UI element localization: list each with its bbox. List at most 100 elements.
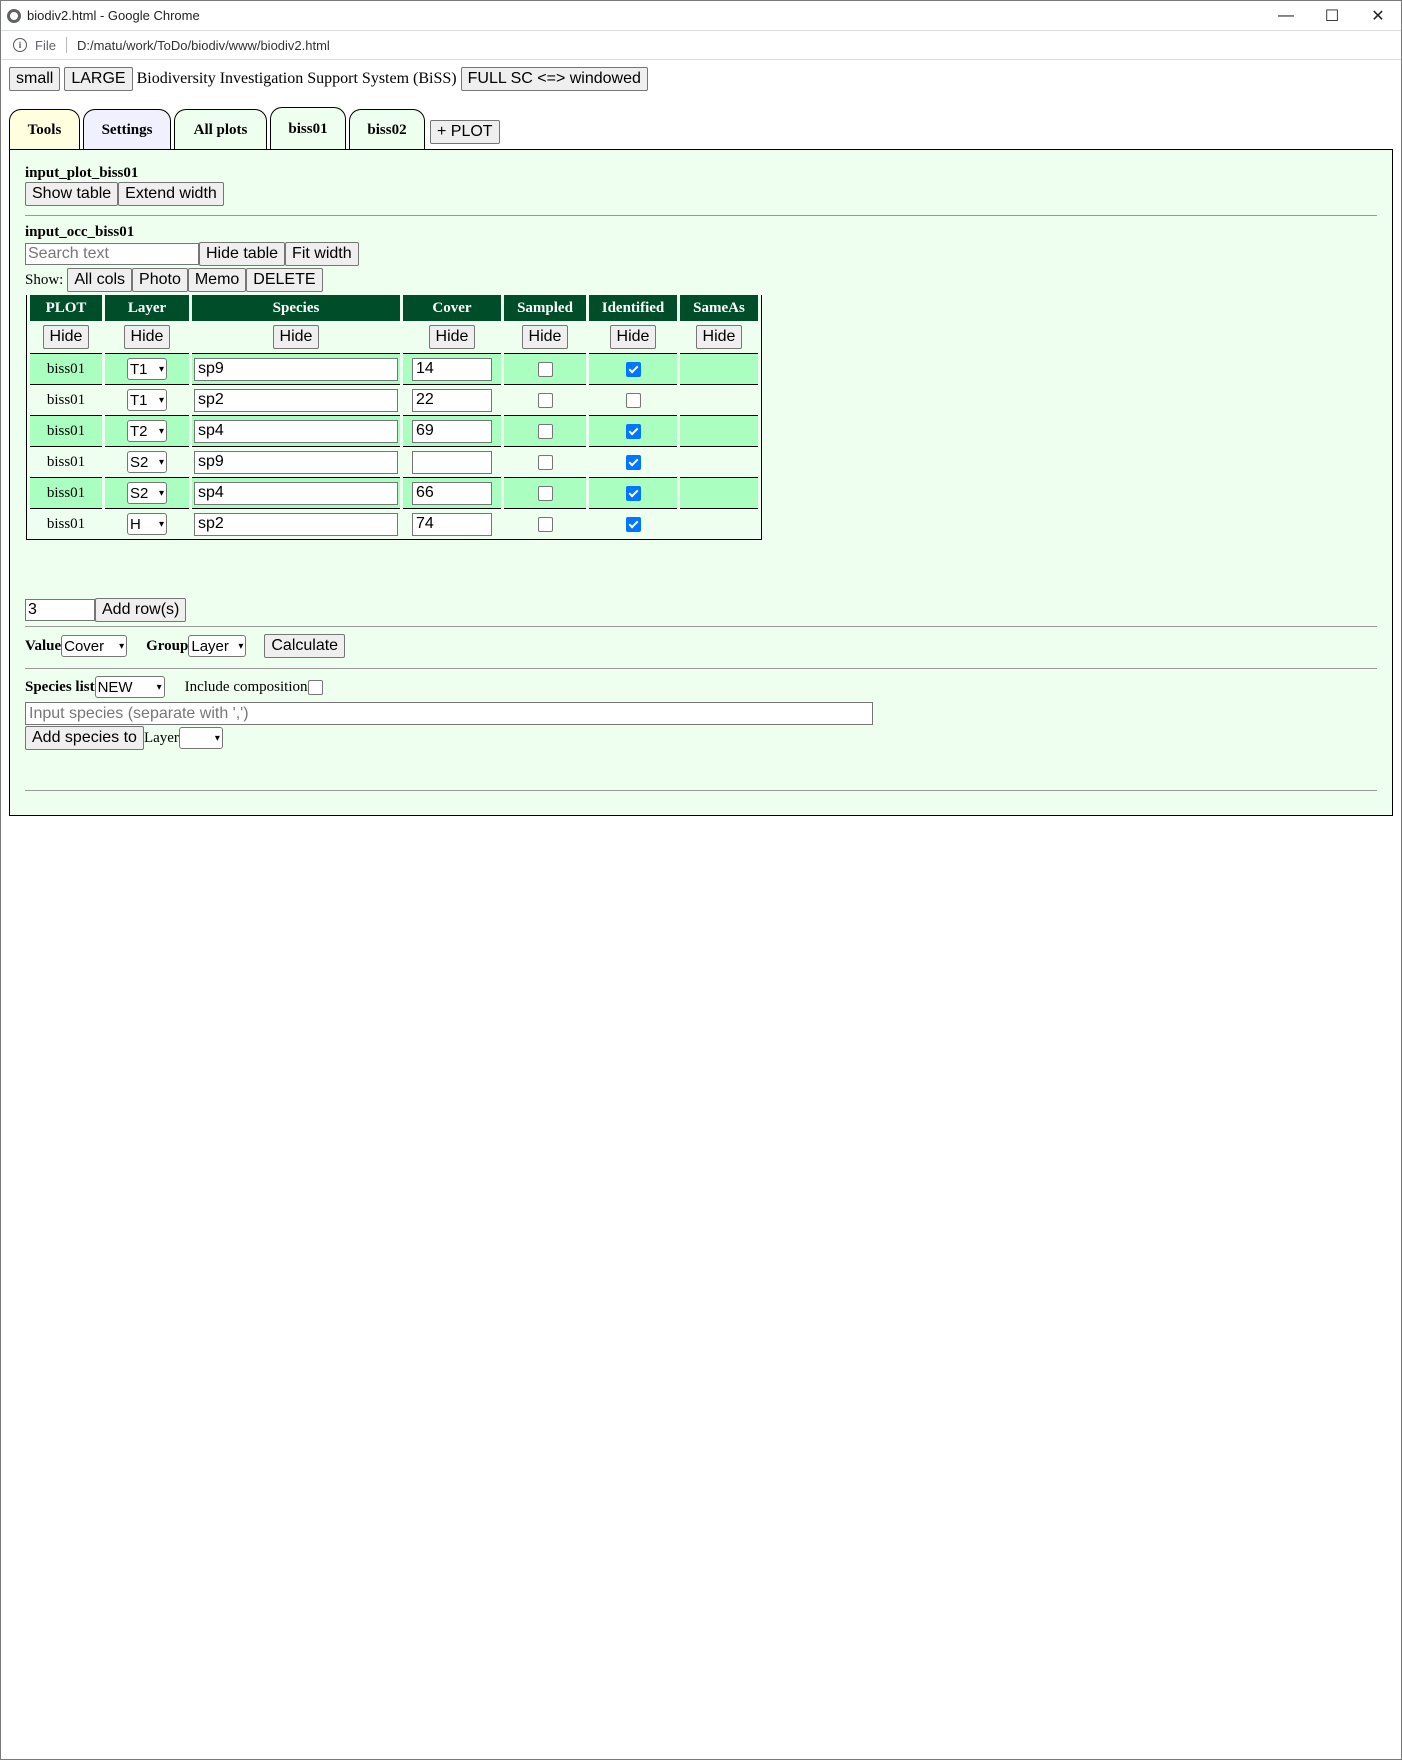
species-field[interactable] bbox=[194, 357, 398, 381]
sampled-checkbox[interactable] bbox=[537, 454, 553, 470]
hide-layer-column-button[interactable]: Hide bbox=[123, 325, 171, 349]
species-field[interactable] bbox=[194, 481, 398, 505]
tab-settings[interactable]: Settings bbox=[83, 109, 171, 150]
plot-section-controls: Show table Extend width bbox=[25, 182, 224, 206]
info-icon[interactable]: i bbox=[13, 38, 27, 52]
hide-cover-column-button[interactable]: Hide bbox=[428, 325, 476, 349]
species-list-select[interactable]: NEW ▾ bbox=[94, 676, 165, 698]
value-select-text: Cover bbox=[64, 637, 105, 655]
hide-plot-column-button[interactable]: Hide bbox=[42, 325, 90, 349]
group-select[interactable]: Layer ▾ bbox=[188, 635, 247, 657]
show-table-button[interactable]: Show table bbox=[25, 182, 119, 206]
divider bbox=[25, 215, 1377, 216]
sampled-checkbox[interactable] bbox=[537, 392, 553, 408]
sampled-checkbox[interactable] bbox=[537, 516, 553, 532]
cover-field[interactable] bbox=[412, 419, 492, 443]
cell-sameas bbox=[680, 384, 758, 415]
extend-width-button[interactable]: Extend width bbox=[118, 182, 224, 206]
add-rows-button[interactable]: Add row(s) bbox=[95, 598, 187, 622]
group-select-text: Layer bbox=[191, 637, 229, 655]
tab-biss02[interactable]: biss02 bbox=[349, 109, 425, 150]
delete-button[interactable]: DELETE bbox=[246, 268, 323, 292]
cell-cover bbox=[403, 446, 501, 477]
hide-sameas-column-button[interactable]: Hide bbox=[695, 325, 743, 349]
cell-sampled bbox=[504, 446, 586, 477]
occurrence-table: PLOT Layer Species Cover Sampled Identif… bbox=[26, 295, 762, 540]
layer-select[interactable]: H ▾ bbox=[127, 513, 167, 535]
cover-field[interactable] bbox=[412, 388, 492, 412]
cell-identified bbox=[589, 353, 677, 384]
tab-biss01[interactable]: biss01 bbox=[270, 107, 346, 150]
sampled-checkbox[interactable] bbox=[537, 485, 553, 501]
cell-layer: H ▾ bbox=[105, 508, 189, 539]
identified-checkbox[interactable] bbox=[625, 423, 641, 439]
cell: Hide bbox=[680, 321, 758, 353]
cell: Hide bbox=[589, 321, 677, 353]
layer-select[interactable]: T1 ▾ bbox=[127, 358, 167, 380]
close-button[interactable]: ✕ bbox=[1355, 1, 1401, 30]
cover-field[interactable] bbox=[412, 481, 492, 505]
address-url[interactable]: D:/matu/work/ToDo/biodiv/www/biodiv2.htm… bbox=[77, 38, 330, 53]
maximize-button[interactable]: ☐ bbox=[1309, 1, 1355, 30]
identified-checkbox[interactable] bbox=[625, 516, 641, 532]
species-field[interactable] bbox=[194, 419, 398, 443]
hide-table-button[interactable]: Hide table bbox=[199, 242, 286, 266]
column-header-plot: PLOT bbox=[30, 295, 102, 321]
table-row: biss01 T2 ▾ bbox=[30, 415, 758, 446]
chevron-down-icon: ▾ bbox=[158, 363, 164, 375]
identified-checkbox[interactable] bbox=[625, 454, 641, 470]
all-cols-button[interactable]: All cols bbox=[67, 268, 133, 292]
hide-buttons-row: Hide Hide Hide Hide Hide Hide Hide bbox=[30, 321, 758, 353]
minimize-button[interactable]: — bbox=[1263, 1, 1309, 30]
species-list-select-text: NEW bbox=[97, 678, 133, 696]
memo-button[interactable]: Memo bbox=[187, 268, 247, 292]
species-input[interactable] bbox=[25, 702, 873, 725]
calculate-button[interactable]: Calculate bbox=[264, 634, 346, 658]
cover-field[interactable] bbox=[412, 357, 492, 381]
chevron-down-icon: ▾ bbox=[214, 732, 220, 744]
species-field[interactable] bbox=[194, 388, 398, 412]
value-select[interactable]: Cover ▾ bbox=[61, 635, 128, 657]
cell-identified bbox=[589, 446, 677, 477]
fit-width-button[interactable]: Fit width bbox=[285, 242, 359, 266]
layer-select[interactable]: T1 ▾ bbox=[127, 389, 167, 411]
cell-identified bbox=[589, 477, 677, 508]
row-count-input[interactable] bbox=[25, 599, 95, 621]
tab-all-plots[interactable]: All plots bbox=[174, 109, 267, 150]
photo-button[interactable]: Photo bbox=[132, 268, 188, 292]
include-composition-checkbox[interactable] bbox=[307, 679, 323, 695]
cover-field[interactable] bbox=[412, 512, 492, 536]
identified-checkbox[interactable] bbox=[625, 361, 641, 377]
add-plot-button[interactable]: + PLOT bbox=[430, 120, 500, 144]
add-species-button[interactable]: Add species to bbox=[25, 726, 144, 750]
identified-checkbox[interactable] bbox=[625, 485, 641, 501]
layer-select[interactable]: ▾ bbox=[178, 727, 223, 749]
small-button[interactable]: small bbox=[9, 67, 61, 91]
hide-identified-column-button[interactable]: Hide bbox=[609, 325, 657, 349]
fullscreen-toggle-button[interactable]: FULL SC <=> windowed bbox=[460, 67, 648, 91]
sampled-checkbox[interactable] bbox=[537, 361, 553, 377]
layer-select[interactable]: S2 ▾ bbox=[127, 482, 167, 504]
species-list-label: Species list bbox=[25, 678, 95, 695]
large-button[interactable]: LARGE bbox=[64, 67, 133, 91]
identified-checkbox[interactable] bbox=[625, 392, 641, 408]
species-field[interactable] bbox=[194, 512, 398, 536]
cell-sampled bbox=[504, 353, 586, 384]
hide-species-column-button[interactable]: Hide bbox=[272, 325, 320, 349]
search-input[interactable] bbox=[25, 243, 199, 265]
cell-layer: T2 ▾ bbox=[105, 415, 189, 446]
species-field[interactable] bbox=[194, 450, 398, 474]
sampled-checkbox[interactable] bbox=[537, 423, 553, 439]
column-header-species: Species bbox=[192, 295, 400, 321]
layer-select[interactable]: S2 ▾ bbox=[127, 451, 167, 473]
layer-select[interactable]: T2 ▾ bbox=[127, 420, 167, 442]
column-header-sampled: Sampled bbox=[504, 295, 586, 321]
hide-sampled-column-button[interactable]: Hide bbox=[521, 325, 569, 349]
cover-field[interactable] bbox=[412, 450, 492, 474]
column-header-identified: Identified bbox=[589, 295, 677, 321]
layer-select-text: S2 bbox=[130, 453, 149, 471]
cell-species bbox=[192, 415, 400, 446]
tab-tools[interactable]: Tools bbox=[9, 109, 80, 150]
address-bar[interactable]: i File D:/matu/work/ToDo/biodiv/www/biod… bbox=[1, 30, 1401, 60]
cell-plot: biss01 bbox=[30, 415, 102, 446]
